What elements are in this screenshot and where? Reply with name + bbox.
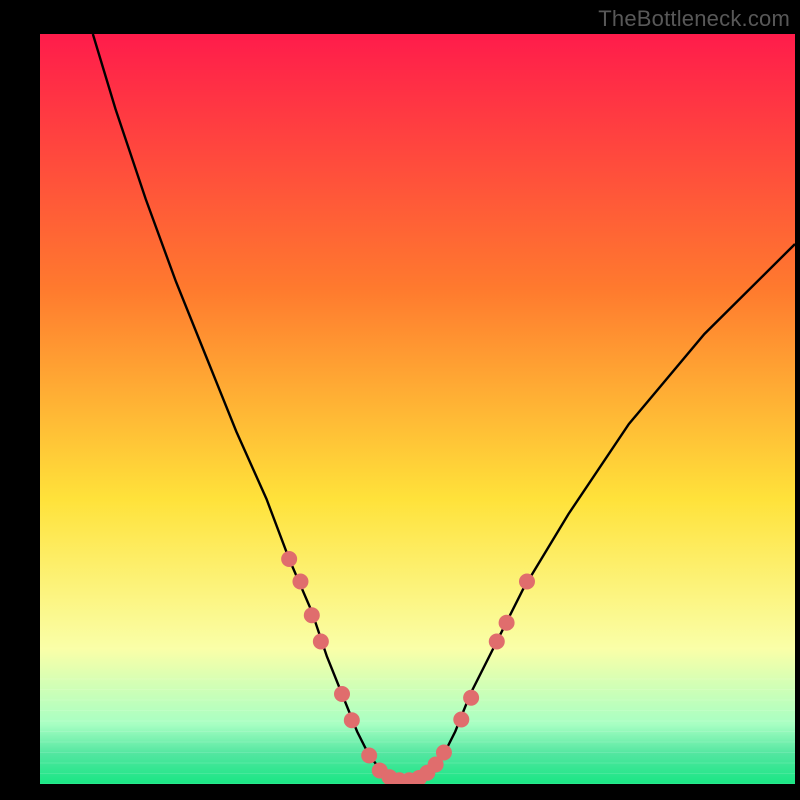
data-point [304,607,320,623]
plot-background [40,34,795,784]
data-point [463,690,479,706]
bottleneck-chart [0,0,800,800]
data-point [344,712,360,728]
data-point [453,712,469,728]
data-point [489,634,505,650]
data-point [361,748,377,764]
data-point [313,634,329,650]
data-point [519,574,535,590]
data-point [334,686,350,702]
watermark-text: TheBottleneck.com [598,6,790,32]
data-point [436,745,452,761]
data-point [281,551,297,567]
data-point [292,574,308,590]
data-point [499,615,515,631]
chart-container: TheBottleneck.com [0,0,800,800]
